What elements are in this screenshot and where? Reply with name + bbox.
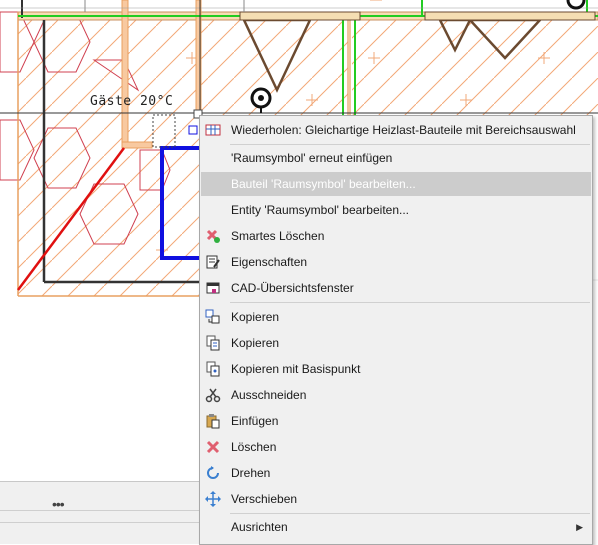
menu-item-label: Kopieren bbox=[231, 310, 280, 324]
room-label-text[interactable]: Gäste 20°C bbox=[90, 94, 173, 109]
menu-item-label: Wiederholen: Gleichartige Heizlast-Baute… bbox=[231, 123, 576, 137]
menu-item-label: Smartes Löschen bbox=[231, 229, 325, 243]
menu-item-label: Einfügen bbox=[231, 414, 279, 428]
properties-icon bbox=[205, 254, 221, 270]
paste-icon bbox=[205, 413, 221, 429]
menu-item-cut[interactable]: Ausschneiden bbox=[201, 383, 591, 407]
menu-separator bbox=[230, 144, 590, 145]
menu-item-label: Löschen bbox=[231, 440, 277, 454]
delete-x-icon bbox=[205, 439, 221, 455]
copy-objects-icon bbox=[205, 309, 221, 325]
menu-item-label: Eigenschaften bbox=[231, 255, 308, 269]
menu-item-label: Entity 'Raumsymbol' bearbeiten... bbox=[231, 203, 409, 217]
menu-item-reinsert[interactable]: 'Raumsymbol' erneut einfügen bbox=[201, 146, 591, 170]
menu-item-label: Ausrichten bbox=[231, 520, 288, 534]
menu-item-paste[interactable]: Einfügen bbox=[201, 409, 591, 433]
copy-icon bbox=[205, 335, 221, 351]
menu-item-smart-delete[interactable]: Smartes Löschen bbox=[201, 224, 591, 248]
context-menu: Wiederholen: Gleichartige Heizlast-Baute… bbox=[199, 115, 593, 545]
menu-item-label: Ausschneiden bbox=[231, 388, 307, 402]
divider bbox=[0, 510, 200, 511]
rotate-icon bbox=[205, 465, 221, 481]
move-arrows-icon bbox=[205, 491, 221, 507]
divider bbox=[0, 522, 200, 523]
menu-item-label: Drehen bbox=[231, 466, 271, 480]
menu-item-label: 'Raumsymbol' erneut einfügen bbox=[231, 151, 393, 165]
smart-delete-icon bbox=[205, 228, 221, 244]
scissors-icon bbox=[205, 387, 221, 403]
menu-item-delete[interactable]: Löschen bbox=[201, 435, 591, 459]
menu-item-rotate[interactable]: Drehen bbox=[201, 461, 591, 485]
menu-separator bbox=[230, 302, 590, 303]
menu-item-repeat[interactable]: Wiederholen: Gleichartige Heizlast-Baute… bbox=[201, 118, 591, 142]
menu-item-label: Kopieren mit Basispunkt bbox=[231, 362, 361, 376]
repeat-table-icon bbox=[205, 122, 221, 138]
status-bar: ••• bbox=[0, 481, 200, 544]
menu-item-cad-overview[interactable]: CAD-Übersichtsfenster bbox=[201, 276, 591, 300]
menu-item-label: Verschieben bbox=[231, 492, 298, 506]
menu-item-label: Kopieren bbox=[231, 336, 280, 350]
menu-item-label: CAD-Übersichtsfenster bbox=[231, 281, 354, 295]
overview-window-icon bbox=[205, 280, 221, 296]
menu-item-align[interactable]: Ausrichten ▶ bbox=[201, 515, 591, 539]
submenu-arrow-icon: ▶ bbox=[576, 521, 583, 532]
menu-item-copy-objects[interactable]: Kopieren bbox=[201, 305, 591, 329]
menu-separator bbox=[230, 513, 590, 514]
menu-item-copy-basepoint[interactable]: Kopieren mit Basispunkt bbox=[201, 357, 591, 381]
copy-basepoint-icon bbox=[205, 361, 221, 377]
menu-item-properties[interactable]: Eigenschaften bbox=[201, 250, 591, 274]
menu-item-label: Bauteil 'Raumsymbol' bearbeiten... bbox=[231, 177, 416, 191]
menu-item-edit-entity[interactable]: Entity 'Raumsymbol' bearbeiten... bbox=[201, 198, 591, 222]
menu-item-copy[interactable]: Kopieren bbox=[201, 331, 591, 355]
menu-item-move[interactable]: Verschieben bbox=[201, 487, 591, 511]
menu-item-edit-component[interactable]: Bauteil 'Raumsymbol' bearbeiten... bbox=[201, 172, 591, 196]
